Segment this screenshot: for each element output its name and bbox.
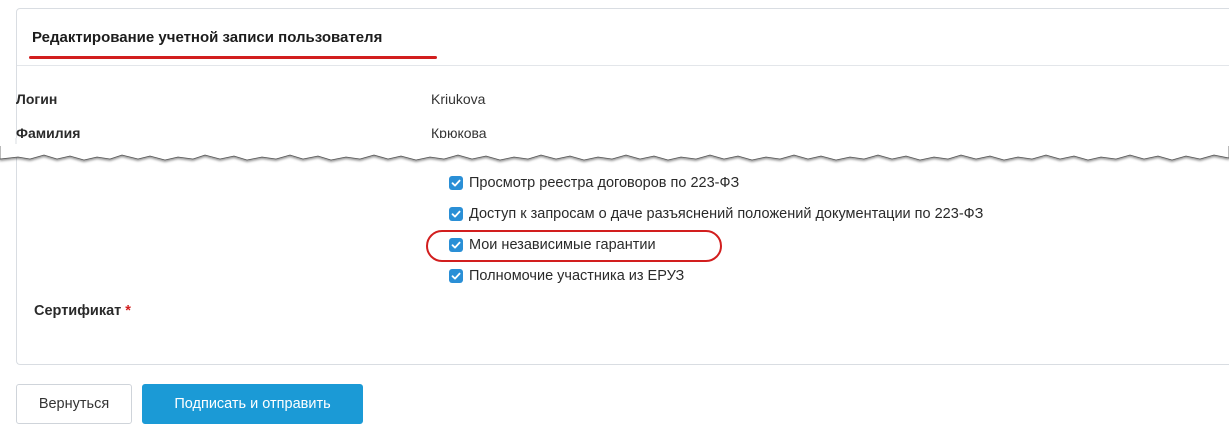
card-header: Редактирование учетной записи пользовате…: [17, 9, 1229, 66]
permission-item-contracts-registry[interactable]: Просмотр реестра договоров по 223-ФЗ: [449, 173, 739, 193]
permission-label: Доступ к запросам о даче разъяснений пол…: [469, 206, 984, 222]
permission-label: Просмотр реестра договоров по 223-ФЗ: [469, 175, 740, 191]
required-mark: *: [125, 303, 131, 319]
annotation-underline: [29, 56, 437, 59]
permission-item-clarification-requests[interactable]: Доступ к запросам о даче разъяснений пол…: [449, 204, 983, 224]
checkbox-checked-icon[interactable]: [449, 269, 463, 283]
certificate-label-text: Сертификат: [34, 303, 122, 319]
page-title: Редактирование учетной записи пользовате…: [32, 29, 383, 46]
back-button[interactable]: Вернуться: [16, 384, 132, 424]
login-value: Kriukova: [431, 91, 486, 107]
screenshot-canvas: Редактирование учетной записи пользовате…: [0, 0, 1229, 425]
checkbox-checked-icon[interactable]: [449, 207, 463, 221]
checkbox-checked-icon[interactable]: [449, 176, 463, 190]
login-label: Логин: [16, 91, 58, 107]
sign-and-submit-button[interactable]: Подписать и отправить: [142, 384, 363, 424]
torn-edge-divider: [0, 138, 1229, 161]
annotation-highlight-ellipse: [426, 230, 722, 262]
permission-label: Полномочие участника из ЕРУЗ: [469, 268, 685, 284]
certificate-label: Сертификат *: [34, 303, 131, 319]
permission-item-eruz-participant[interactable]: Полномочие участника из ЕРУЗ: [449, 266, 684, 286]
